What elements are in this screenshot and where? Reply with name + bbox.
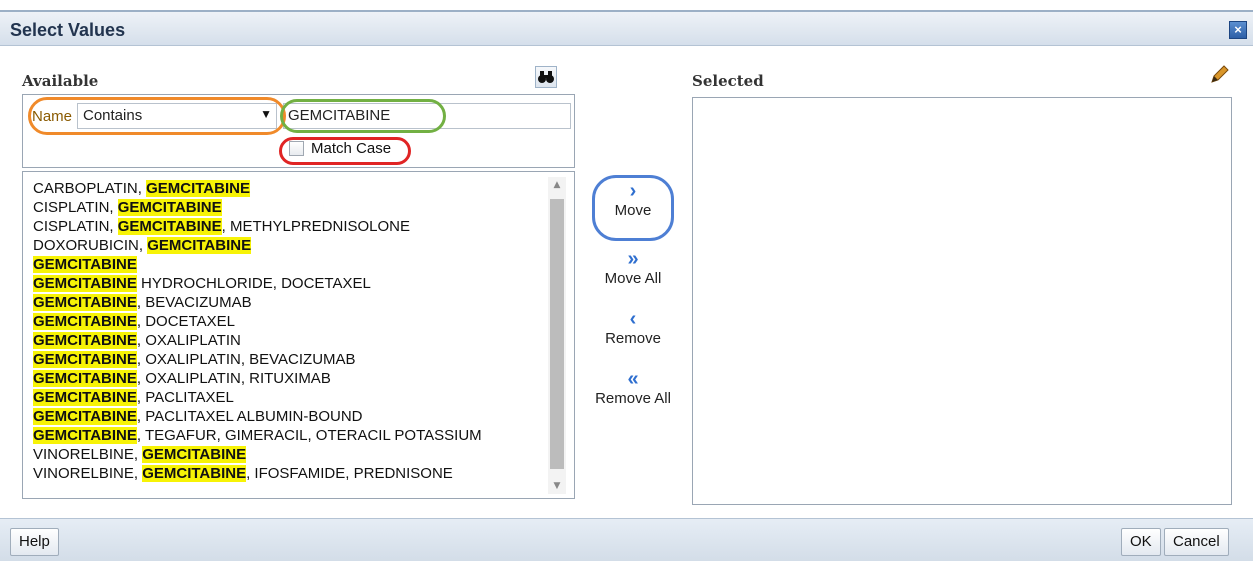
list-item[interactable]: GEMCITABINE, DOCETAXEL — [33, 312, 538, 331]
operator-select[interactable]: Contains ▼ — [77, 103, 277, 129]
double-chevron-right-icon: » — [627, 248, 639, 270]
list-item-text: HYDROCHLORIDE, DOCETAXEL — [136, 275, 371, 292]
list-item-text: , TEGAFUR, GIMERACIL, OTERACIL POTASSIUM — [136, 427, 482, 444]
match-case-label: Match Case — [311, 140, 392, 157]
ok-button[interactable]: OK — [1121, 528, 1161, 556]
dialog-title-bar: Select Values × — [0, 10, 1253, 46]
operator-value: Contains — [83, 107, 143, 124]
top-strip — [0, 0, 1253, 8]
move-all-button[interactable]: » Move All — [583, 248, 683, 287]
dropdown-arrow-icon[interactable]: ▼ — [260, 107, 272, 121]
remove-all-button[interactable]: « Remove All — [583, 368, 683, 407]
pencil-icon — [1211, 65, 1229, 83]
scroll-thumb[interactable] — [550, 199, 564, 469]
move-all-label: Move All — [604, 270, 662, 287]
list-item[interactable]: GEMCITABINE, OXALIPLATIN, RITUXIMAB — [33, 369, 538, 388]
list-item[interactable]: GEMCITABINE HYDROCHLORIDE, DOCETAXEL — [33, 274, 538, 293]
list-item-text: VINORELBINE, — [33, 465, 143, 482]
list-item-text: , BEVACIZUMAB — [136, 294, 252, 311]
available-list-items: CARBOPLATIN, GEMCITABINE CISPLATIN, GEMCI… — [33, 179, 538, 483]
highlighted-match: GEMCITABINE — [117, 218, 222, 235]
list-item-text: , OXALIPLATIN, BEVACIZUMAB — [136, 351, 356, 368]
remove-label: Remove — [605, 330, 661, 347]
search-value-input[interactable]: GEMCITABINE — [283, 103, 571, 129]
available-heading: Available — [22, 72, 99, 90]
list-item-text: CISPLATIN, — [33, 218, 118, 235]
highlighted-match: GEMCITABINE — [142, 465, 247, 482]
highlighted-match: GEMCITABINE — [33, 427, 137, 444]
double-chevron-left-icon: « — [627, 368, 639, 390]
list-item[interactable]: VINORELBINE, GEMCITABINE — [33, 445, 538, 464]
remove-all-label: Remove All — [595, 390, 671, 407]
list-item[interactable]: DOXORUBICIN, GEMCITABINE — [33, 236, 538, 255]
list-item[interactable]: GEMCITABINE, PACLITAXEL — [33, 388, 538, 407]
list-item[interactable]: GEMCITABINE, BEVACIZUMAB — [33, 293, 538, 312]
list-item-text: CARBOPLATIN, — [33, 180, 147, 197]
list-item-text: , DOCETAXEL — [136, 313, 235, 330]
list-item-text: , IFOSFAMIDE, PREDNISONE — [246, 465, 453, 482]
list-item[interactable]: CARBOPLATIN, GEMCITABINE — [33, 179, 538, 198]
binoculars-icon — [538, 71, 554, 83]
highlighted-match: GEMCITABINE — [117, 199, 222, 216]
dialog-footer: Help OK Cancel — [0, 518, 1253, 561]
list-item[interactable]: GEMCITABINE — [33, 255, 538, 274]
highlighted-match: GEMCITABINE — [33, 408, 137, 425]
list-item-text: , OXALIPLATIN, RITUXIMAB — [136, 370, 331, 387]
list-item-text: , PACLITAXEL ALBUMIN-BOUND — [136, 408, 363, 425]
highlighted-match: GEMCITABINE — [33, 332, 137, 349]
highlighted-match: GEMCITABINE — [33, 294, 137, 311]
dialog-title: Select Values — [10, 20, 126, 40]
list-item[interactable]: GEMCITABINE, OXALIPLATIN, BEVACIZUMAB — [33, 350, 538, 369]
binoculars-search-icon[interactable] — [535, 66, 557, 88]
list-item-text: , OXALIPLATIN — [136, 332, 241, 349]
match-case-checkbox[interactable] — [289, 141, 304, 156]
list-item-text: VINORELBINE, — [33, 446, 143, 463]
remove-button[interactable]: ‹ Remove — [583, 308, 683, 347]
scroll-up-icon[interactable]: ▲ — [548, 177, 566, 193]
chevron-left-icon: ‹ — [629, 308, 637, 330]
highlighted-match: GEMCITABINE — [33, 351, 137, 368]
highlighted-match: GEMCITABINE — [33, 313, 137, 330]
list-item[interactable]: GEMCITABINE, PACLITAXEL ALBUMIN-BOUND — [33, 407, 538, 426]
highlighted-match: GEMCITABINE — [146, 180, 250, 197]
list-item-text: CISPLATIN, — [33, 199, 118, 216]
highlighted-match: GEMCITABINE — [33, 256, 137, 273]
annotation-blue-ring — [592, 175, 674, 241]
cancel-button[interactable]: Cancel — [1164, 528, 1229, 556]
edit-pencil-icon[interactable] — [1206, 64, 1232, 88]
search-value-text: GEMCITABINE — [288, 107, 391, 124]
list-item[interactable]: VINORELBINE, GEMCITABINE, IFOSFAMIDE, PR… — [33, 464, 538, 483]
highlighted-match: GEMCITABINE — [33, 370, 137, 387]
list-item[interactable]: CISPLATIN, GEMCITABINE — [33, 198, 538, 217]
selected-list[interactable] — [692, 97, 1232, 505]
list-item[interactable]: CISPLATIN, GEMCITABINE, METHYLPREDNISOLO… — [33, 217, 538, 236]
available-list-scrollbar[interactable]: ▲ ▼ — [548, 177, 566, 494]
highlighted-match: GEMCITABINE — [33, 275, 137, 292]
selected-heading: Selected — [692, 72, 764, 90]
scroll-down-icon[interactable]: ▼ — [548, 478, 566, 494]
list-item-text: , PACLITAXEL — [136, 389, 234, 406]
search-panel: Name Contains ▼ GEMCITABINE Match Case — [22, 94, 575, 168]
highlighted-match: GEMCITABINE — [33, 389, 137, 406]
name-label: Name — [32, 108, 73, 125]
close-icon[interactable]: × — [1229, 21, 1247, 39]
list-item[interactable]: GEMCITABINE, TEGAFUR, GIMERACIL, OTERACI… — [33, 426, 538, 445]
list-item[interactable]: GEMCITABINE, OXALIPLATIN — [33, 331, 538, 350]
highlighted-match: GEMCITABINE — [147, 237, 252, 254]
cancel-label: Cancel — [1173, 533, 1220, 550]
help-label: Help — [19, 533, 50, 550]
ok-label: OK — [1130, 533, 1152, 550]
list-item-text: , METHYLPREDNISOLONE — [221, 218, 411, 235]
available-list[interactable]: CARBOPLATIN, GEMCITABINE CISPLATIN, GEMCI… — [22, 171, 575, 499]
list-item-text: DOXORUBICIN, — [33, 237, 148, 254]
highlighted-match: GEMCITABINE — [142, 446, 247, 463]
help-button[interactable]: Help — [10, 528, 59, 556]
